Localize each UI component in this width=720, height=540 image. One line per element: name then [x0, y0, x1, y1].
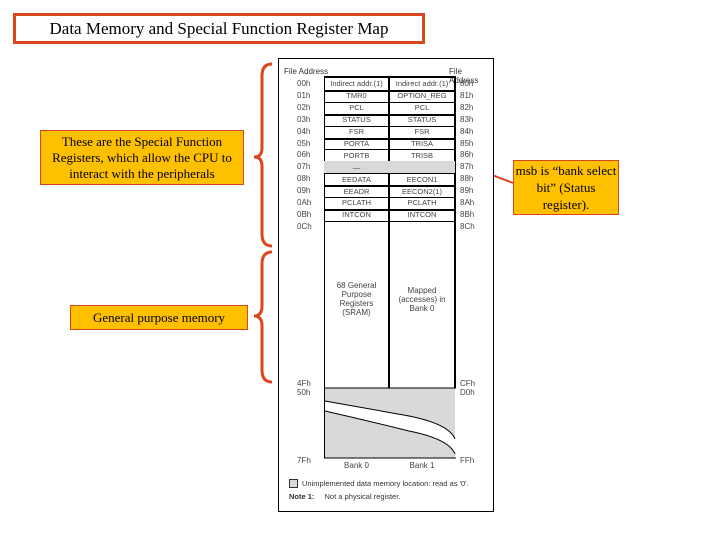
legend: Unimplemented data memory location: read…	[289, 479, 469, 488]
bank0-label: Bank 0	[344, 460, 369, 470]
sfr-brace	[253, 62, 273, 248]
addr-4fh: 4Fh	[297, 379, 311, 388]
legend-swatch-icon	[289, 479, 298, 488]
addr-ffh: FFh	[460, 456, 475, 465]
register-map: File Address File Address 00h 80h Indirect…	[278, 58, 494, 512]
addr-d0h: D0h	[460, 388, 475, 397]
addr-50h: 50h	[297, 388, 311, 397]
break-symbol	[324, 387, 456, 459]
addr-7fh: 7Fh	[297, 456, 311, 465]
note-label: Note 1:	[289, 492, 315, 501]
addr-cfh: CFh	[460, 379, 476, 388]
note-text: Not a physical register.	[324, 492, 401, 501]
legend-text: Unimplemented data memory location: read…	[302, 479, 469, 488]
bank1-label: Bank 1	[409, 460, 435, 470]
footnote: Note 1: Not a physical register.	[289, 492, 400, 501]
gpr-brace	[253, 250, 273, 384]
